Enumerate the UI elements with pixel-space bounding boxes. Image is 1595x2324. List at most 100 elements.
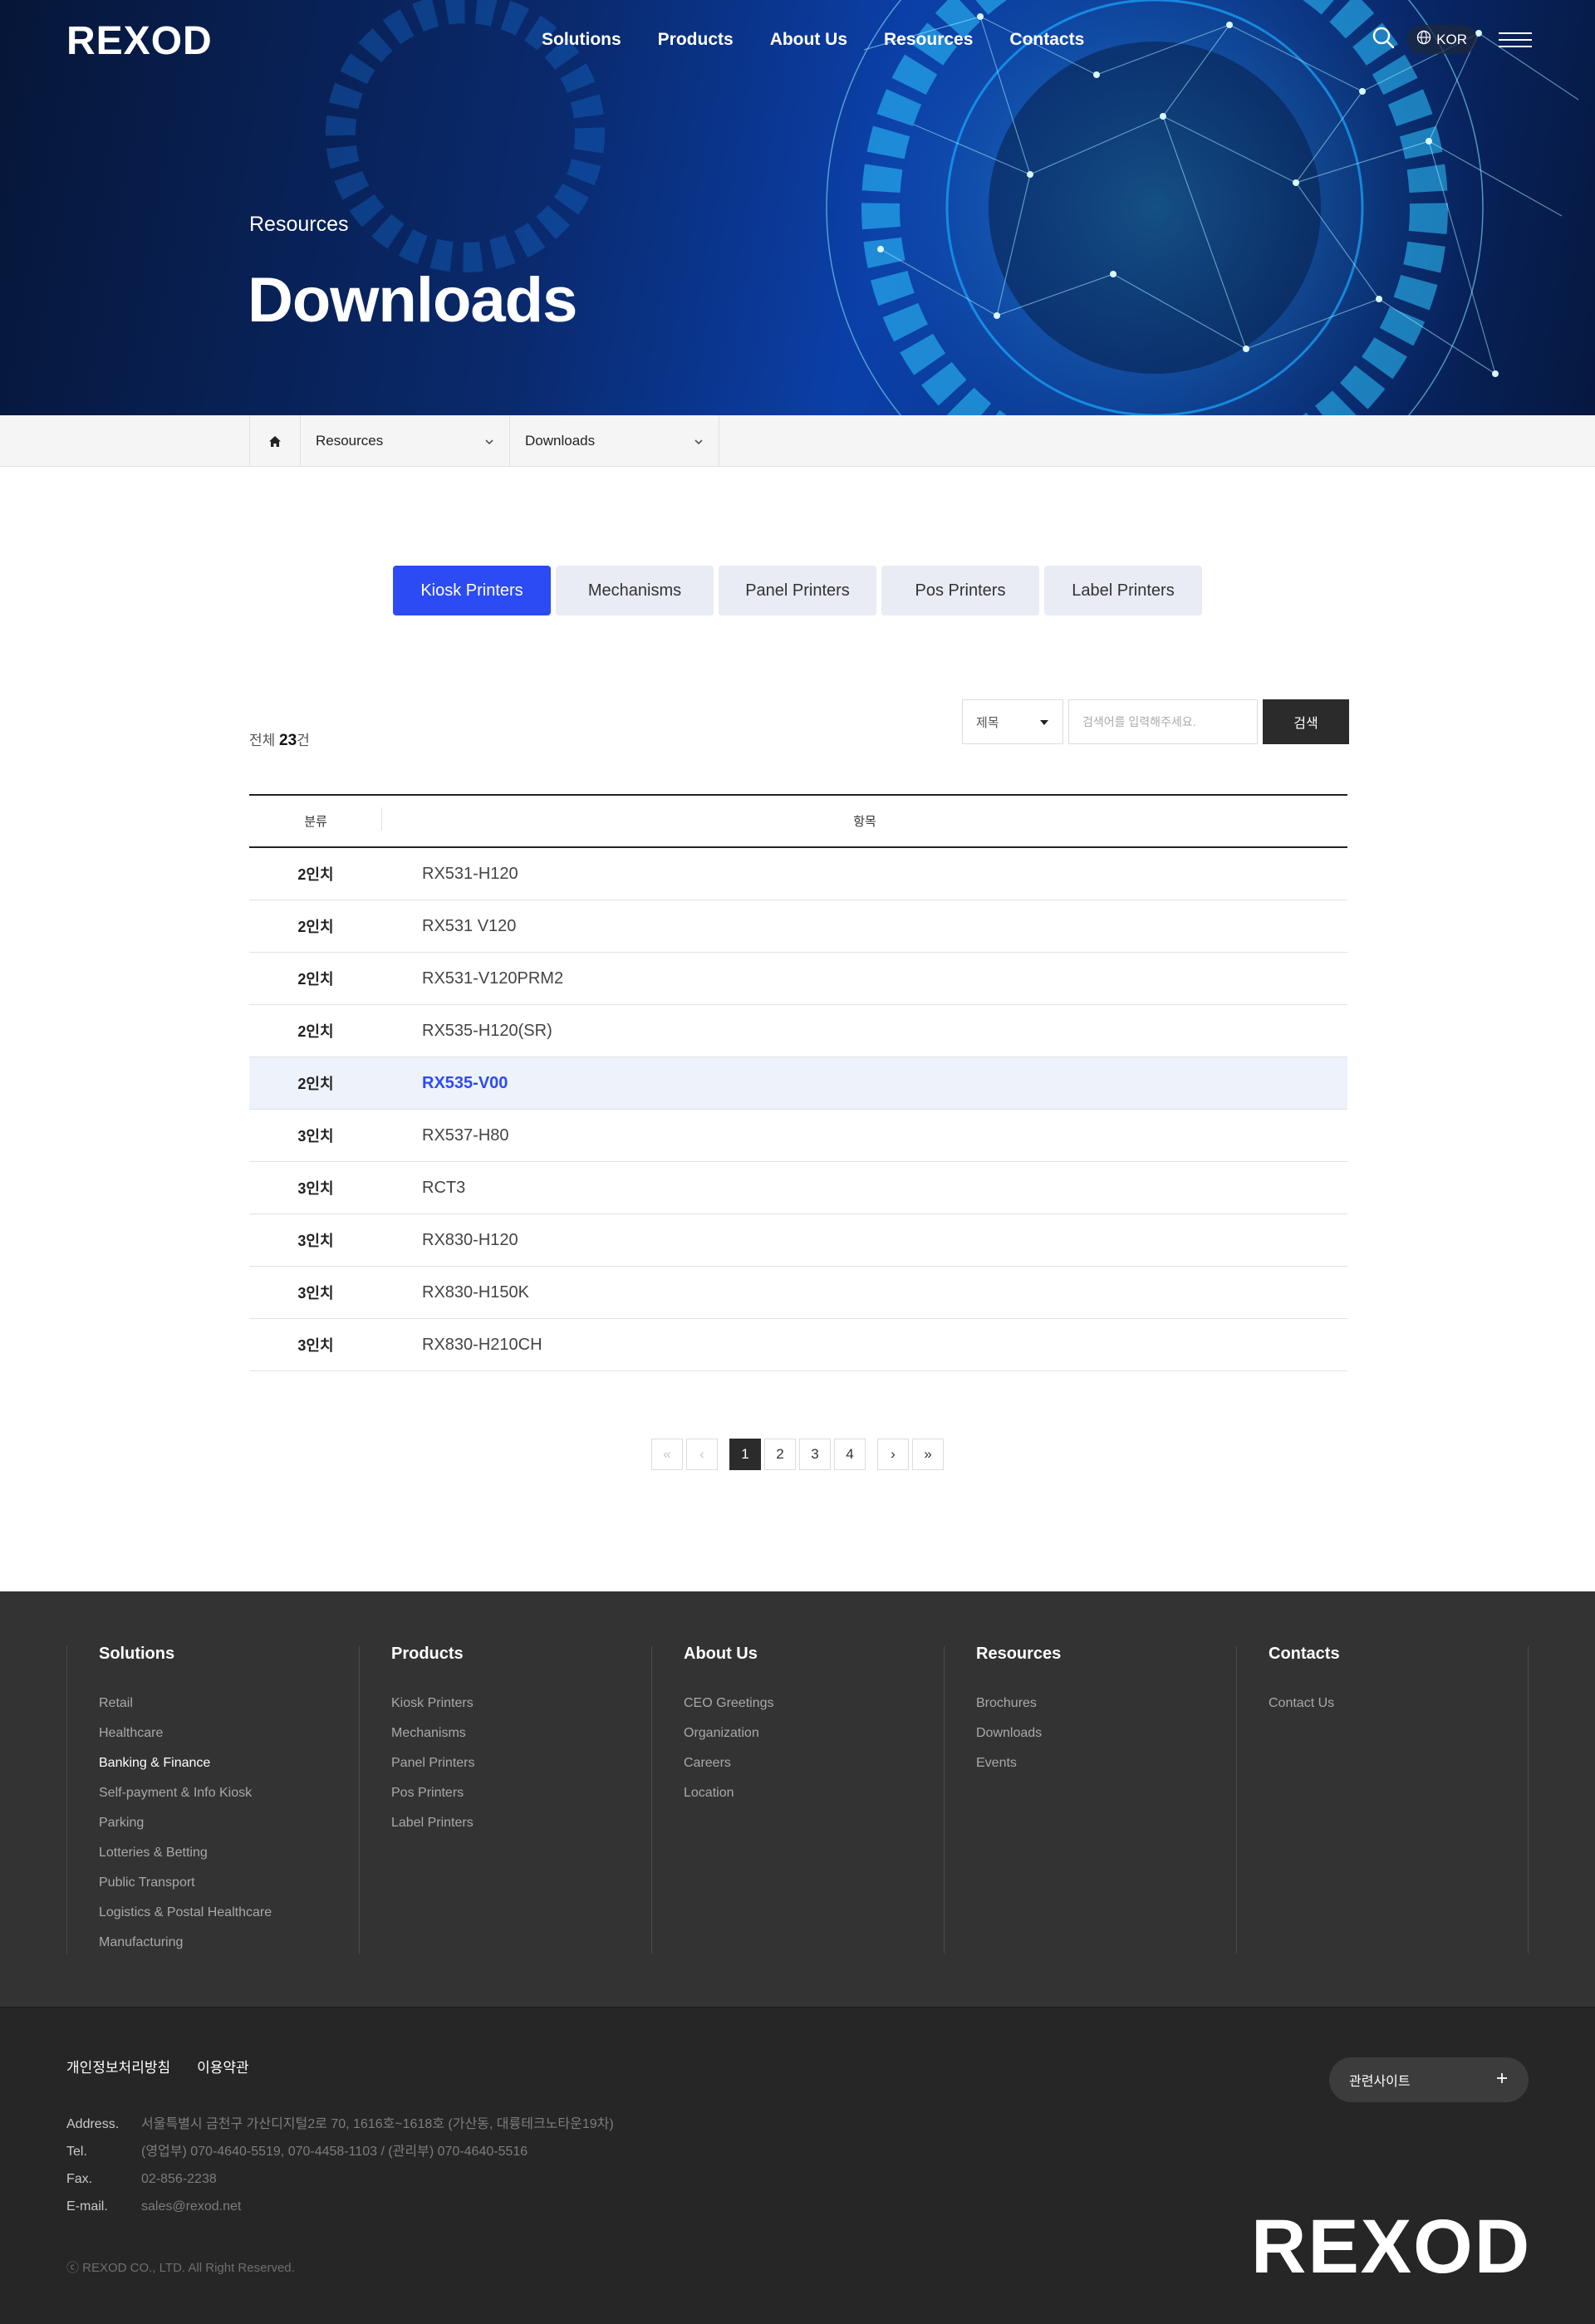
nav-resources[interactable]: Resources — [884, 30, 973, 50]
search-icon[interactable] — [1372, 26, 1395, 53]
nav-contacts[interactable]: Contacts — [1009, 30, 1084, 50]
footer-link[interactable]: Lotteries & Betting — [99, 1838, 359, 1868]
tab-panel-printers[interactable]: Panel Printers — [719, 566, 876, 615]
footer-link[interactable]: Logistics & Postal Healthcare — [99, 1898, 359, 1928]
email-label: E-mail. — [66, 2199, 108, 2214]
first-page-icon[interactable]: « — [651, 1439, 683, 1470]
table-row[interactable]: 3인치 RX537-H80 — [249, 1110, 1347, 1162]
row-category: 2인치 — [297, 919, 334, 935]
footer-heading[interactable]: Contacts — [1269, 1645, 1528, 1664]
pagination: « ‹ 1 2 3 4 › » — [651, 1439, 944, 1470]
tel-value: (영업부) 070-4640-5519, 070-4458-1103 / (관리… — [141, 2145, 528, 2159]
row-item-link[interactable]: RX531-H120 — [382, 865, 518, 884]
footer-link[interactable]: Panel Printers — [391, 1748, 651, 1778]
footer-link[interactable]: Location — [684, 1778, 944, 1808]
nav-products[interactable]: Products — [658, 30, 734, 50]
page-3-button[interactable]: 3 — [799, 1439, 831, 1470]
row-category: 3인치 — [297, 1285, 334, 1302]
row-item-link[interactable]: RX531-V120PRM2 — [382, 969, 563, 988]
page-1-button[interactable]: 1 — [729, 1439, 761, 1470]
table-row[interactable]: 3인치 RX830-H120 — [249, 1214, 1347, 1267]
table-row[interactable]: 3인치 RX830-H150K — [249, 1267, 1347, 1319]
breadcrumb-dropdown-level1[interactable]: Resources — [301, 415, 510, 467]
footer-link[interactable]: Self-payment & Info Kiosk — [99, 1778, 359, 1808]
search-field-value: 제목 — [976, 715, 999, 730]
site-logo[interactable]: REXOD — [66, 18, 213, 64]
terms-link[interactable]: 이용약관 — [197, 2056, 249, 2076]
company-info: Address. 서울특별시 금천구 가산디지털2로 70, 1616호~1618… — [66, 2111, 614, 2220]
row-item-link[interactable]: RX531 V120 — [382, 917, 516, 936]
footer-link[interactable]: Mechanisms — [391, 1718, 651, 1748]
row-item-link[interactable]: RX535-H120(SR) — [382, 1022, 552, 1041]
nav-about-us[interactable]: About Us — [770, 30, 847, 50]
footer-link[interactable]: CEO Greetings — [684, 1689, 944, 1718]
row-item-link[interactable]: RX537-H80 — [382, 1126, 509, 1145]
footer-heading[interactable]: Resources — [976, 1645, 1236, 1664]
email-value: sales@rexod.net — [141, 2199, 242, 2214]
related-sites-dropdown[interactable]: 관련사이트 — [1329, 2057, 1529, 2102]
row-item-link[interactable]: RCT3 — [382, 1179, 465, 1198]
hamburger-menu-icon[interactable] — [1499, 32, 1532, 47]
footer-link[interactable]: Events — [976, 1748, 1236, 1778]
row-item-link[interactable]: RX535-V00 — [382, 1074, 508, 1093]
search-field-select[interactable]: 제목 — [962, 699, 1063, 744]
footer-link[interactable]: Contact Us — [1269, 1689, 1528, 1718]
footer-link[interactable]: Retail — [99, 1689, 359, 1718]
table-row[interactable]: 3인치 RX830-H210CH — [249, 1319, 1347, 1371]
row-item-link[interactable]: RX830-H210CH — [382, 1336, 542, 1355]
footer-link[interactable]: Kiosk Printers — [391, 1689, 651, 1718]
search-input[interactable]: 검색어를 입력해주세요. — [1068, 699, 1258, 744]
total-label: 전체 — [249, 733, 276, 748]
footer-link[interactable]: Parking — [99, 1808, 359, 1838]
footer-link[interactable]: Label Printers — [391, 1808, 651, 1838]
row-item-link[interactable]: RX830-H120 — [382, 1231, 518, 1250]
tab-pos-printers[interactable]: Pos Printers — [881, 566, 1039, 615]
related-sites-label: 관련사이트 — [1349, 2075, 1411, 2089]
footer-link[interactable]: Careers — [684, 1748, 944, 1778]
row-item-link[interactable]: RX830-H150K — [382, 1283, 529, 1302]
row-category: 2인치 — [297, 866, 334, 883]
footer-link[interactable]: Brochures — [976, 1689, 1236, 1718]
total-number: 23 — [279, 732, 297, 749]
footer-heading[interactable]: About Us — [684, 1645, 944, 1664]
chevron-down-icon — [694, 433, 704, 449]
footer-link[interactable]: Manufacturing — [99, 1928, 359, 1958]
breadcrumb-dropdown-level2[interactable]: Downloads — [510, 415, 719, 467]
prev-page-icon[interactable]: ‹ — [686, 1439, 718, 1470]
footer-link[interactable]: Pos Printers — [391, 1778, 651, 1808]
footer-link-active[interactable]: Banking & Finance — [99, 1748, 359, 1778]
total-unit: 건 — [297, 733, 310, 748]
table-row[interactable]: 2인치 RX531-H120 — [249, 848, 1347, 900]
privacy-policy-link[interactable]: 개인정보처리방침 — [66, 2056, 170, 2076]
copyright: ⓒ REXOD CO., LTD. All Right Reserved. — [66, 2261, 295, 2275]
table-row[interactable]: 2인치 RX531 V120 — [249, 900, 1347, 953]
table-row[interactable]: 2인치 RX531-V120PRM2 — [249, 953, 1347, 1005]
footer-logo: REXOD — [1251, 2204, 1532, 2289]
breadcrumb-label-level1: Resources — [316, 433, 384, 449]
page-2-button[interactable]: 2 — [764, 1439, 796, 1470]
footer-link[interactable]: Healthcare — [99, 1718, 359, 1748]
page-4-button[interactable]: 4 — [834, 1439, 866, 1470]
search-button[interactable]: 검색 — [1263, 699, 1349, 744]
last-page-icon[interactable]: » — [912, 1439, 944, 1470]
home-icon[interactable] — [249, 415, 301, 467]
next-page-icon[interactable]: › — [877, 1439, 909, 1470]
row-category: 3인치 — [297, 1233, 334, 1249]
footer-link[interactable]: Public Transport — [99, 1868, 359, 1898]
footer-column-contacts: Contacts Contact Us — [1236, 1645, 1529, 1954]
table-row-hovered[interactable]: 2인치 RX535-V00 — [249, 1057, 1347, 1110]
nav-solutions[interactable]: Solutions — [542, 30, 621, 50]
search-bar: 제목 검색어를 입력해주세요. 검색 — [962, 699, 1349, 744]
tab-mechanisms[interactable]: Mechanisms — [556, 566, 714, 615]
tab-kiosk-printers[interactable]: Kiosk Printers — [393, 566, 551, 615]
language-selector[interactable]: KOR — [1406, 25, 1477, 54]
table-row[interactable]: 2인치 RX535-H120(SR) — [249, 1005, 1347, 1057]
tab-label-printers[interactable]: Label Printers — [1044, 566, 1202, 615]
fax-label: Fax. — [66, 2172, 93, 2186]
table-row[interactable]: 3인치 RCT3 — [249, 1162, 1347, 1214]
policy-links: 개인정보처리방침 이용약관 — [66, 2056, 249, 2076]
footer-heading[interactable]: Solutions — [99, 1645, 359, 1664]
footer-link[interactable]: Downloads — [976, 1718, 1236, 1748]
footer-link[interactable]: Organization — [684, 1718, 944, 1748]
footer-heading[interactable]: Products — [391, 1645, 651, 1664]
